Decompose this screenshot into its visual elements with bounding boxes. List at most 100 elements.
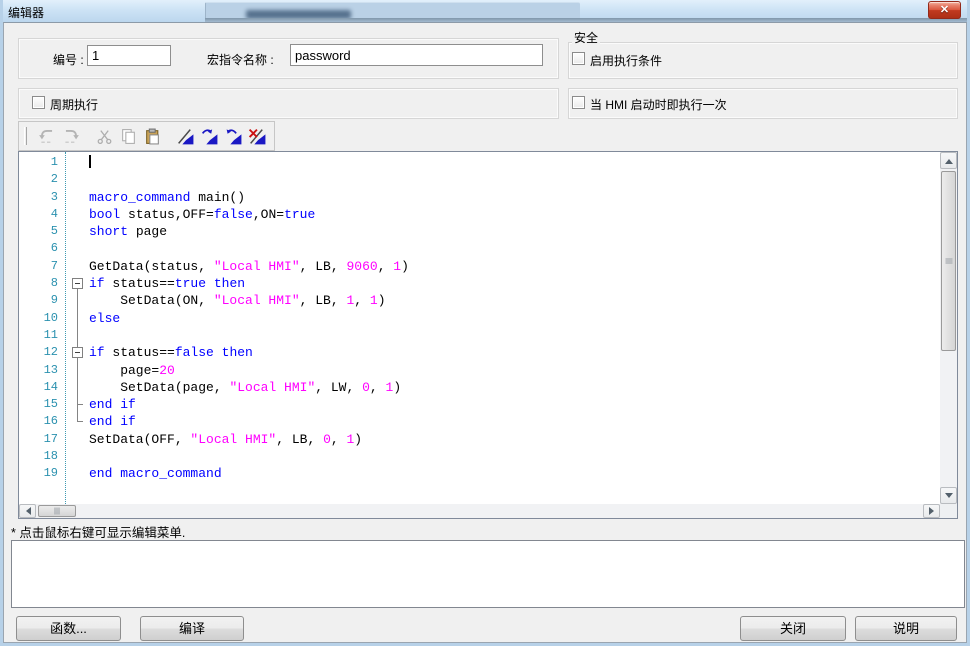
fold-toggle-icon[interactable] xyxy=(67,275,89,292)
code-line[interactable]: end if xyxy=(89,396,136,413)
startup-label: 当 HMI 启动时即执行一次 xyxy=(590,96,727,113)
scroll-up-button[interactable] xyxy=(940,152,957,169)
macro-editor-window: 编辑器 ✕ 编号 : 宏指令名称 : 安全 启用执行条件 周期执行 当 HMI … xyxy=(0,0,970,646)
line-number: 13 xyxy=(19,362,67,379)
scroll-right-button[interactable] xyxy=(923,504,940,518)
fold-margin xyxy=(67,448,89,465)
security-group-legend: 安全 xyxy=(572,29,600,46)
right-click-hint: * 点击鼠标右键可显示编辑菜单. xyxy=(11,522,185,541)
fold-margin xyxy=(67,292,89,309)
fold-margin xyxy=(67,396,89,413)
editor-row: 3 macro_command main() xyxy=(19,189,940,206)
undo-icon[interactable] xyxy=(35,124,59,148)
code-line[interactable]: SetData(ON, "Local HMI", LB, 1, 1) xyxy=(89,292,386,309)
fold-margin xyxy=(67,223,89,240)
editor-row: 9 SetData(ON, "Local HMI", LB, 1, 1) xyxy=(19,292,940,309)
editor-row: 7GetData(status, "Local HMI", LB, 9060, … xyxy=(19,258,940,275)
line-number: 3 xyxy=(19,189,67,206)
startup-checkbox[interactable] xyxy=(572,96,585,109)
functions-button[interactable]: 函数... xyxy=(16,616,121,641)
help-button[interactable]: 说明 xyxy=(855,616,957,641)
vertical-scrollbar[interactable] xyxy=(940,152,957,504)
compile-output-box[interactable] xyxy=(11,540,965,608)
periodic-checkbox[interactable] xyxy=(32,96,45,109)
scrollbar-corner xyxy=(940,504,957,518)
code-editor[interactable]: 123 macro_command main() 4 bool status,OFF=… xyxy=(18,151,958,519)
title-bar[interactable]: 编辑器 ✕ xyxy=(0,0,970,22)
code-line[interactable]: SetData(OFF, "Local HMI", LB, 0, 1) xyxy=(89,431,362,448)
line-number: 16 xyxy=(19,413,67,430)
close-button[interactable]: 关闭 xyxy=(740,616,846,641)
line-number: 5 xyxy=(19,223,67,240)
fold-margin xyxy=(67,154,89,171)
code-line[interactable]: end if xyxy=(89,413,136,430)
code-line[interactable]: if status==true then xyxy=(89,275,245,292)
line-number: 15 xyxy=(19,396,67,413)
code-line[interactable] xyxy=(89,154,91,171)
text-caret xyxy=(89,155,91,168)
line-number: 19 xyxy=(19,465,67,482)
editor-row: 11 xyxy=(19,327,940,344)
line-number: 2 xyxy=(19,171,67,188)
line-number: 14 xyxy=(19,379,67,396)
macro-name-input[interactable] xyxy=(290,44,543,66)
editor-row: 12if status==false then xyxy=(19,344,940,361)
fold-margin xyxy=(67,189,89,206)
horizontal-scroll-thumb[interactable] xyxy=(38,505,76,517)
code-line[interactable]: macro_command main() xyxy=(89,189,245,206)
line-number: 9 xyxy=(19,292,67,309)
toggle-bookmark-icon[interactable] xyxy=(173,124,197,148)
macro-name-label: 宏指令名称 : xyxy=(207,51,274,68)
fold-margin xyxy=(67,327,89,344)
editor-row: 6 xyxy=(19,240,940,257)
fold-margin xyxy=(67,258,89,275)
fold-margin xyxy=(67,171,89,188)
scroll-down-button[interactable] xyxy=(940,487,957,504)
toolbar-grip[interactable] xyxy=(24,127,27,145)
periodic-label: 周期执行 xyxy=(50,96,98,113)
code-line[interactable]: bool status,OFF=false,ON=true xyxy=(89,206,315,223)
macro-id-input[interactable] xyxy=(87,45,171,66)
line-number: 17 xyxy=(19,431,67,448)
code-line[interactable]: page=20 xyxy=(89,362,175,379)
line-number: 6 xyxy=(19,240,67,257)
editor-row: 13 page=20 xyxy=(19,362,940,379)
clear-bookmarks-icon[interactable] xyxy=(245,124,269,148)
fold-toggle-icon[interactable] xyxy=(67,344,89,361)
code-line[interactable]: GetData(status, "Local HMI", LB, 9060, 1… xyxy=(89,258,409,275)
line-number: 10 xyxy=(19,310,67,327)
fold-margin xyxy=(67,310,89,327)
code-line[interactable]: short page xyxy=(89,223,167,240)
periodic-group xyxy=(18,88,559,119)
next-bookmark-icon[interactable] xyxy=(197,124,221,148)
macro-id-label: 编号 : xyxy=(53,51,84,68)
editor-row: 17 SetData(OFF, "Local HMI", LB, 0, 1) xyxy=(19,431,940,448)
editor-row: 1 xyxy=(19,154,940,171)
compile-button[interactable]: 编译 xyxy=(140,616,244,641)
line-number: 11 xyxy=(19,327,67,344)
horizontal-scrollbar[interactable] xyxy=(19,504,940,518)
cut-icon[interactable] xyxy=(92,124,116,148)
code-line[interactable]: end macro_command xyxy=(89,465,222,482)
copy-icon[interactable] xyxy=(116,124,140,148)
code-line[interactable]: if status==false then xyxy=(89,344,253,361)
editor-row: 4 bool status,OFF=false,ON=true xyxy=(19,206,940,223)
line-number: 4 xyxy=(19,206,67,223)
fold-margin xyxy=(67,379,89,396)
code-line[interactable]: else xyxy=(89,310,120,327)
paste-icon[interactable] xyxy=(140,124,164,148)
editor-row: 16 end if xyxy=(19,413,940,430)
fold-margin xyxy=(67,362,89,379)
enable-condition-checkbox[interactable] xyxy=(572,52,585,65)
previous-bookmark-icon[interactable] xyxy=(221,124,245,148)
redo-icon[interactable] xyxy=(59,124,83,148)
close-icon[interactable]: ✕ xyxy=(928,1,961,19)
code-line[interactable]: SetData(page, "Local HMI", LW, 0, 1) xyxy=(89,379,401,396)
line-number: 8 xyxy=(19,275,67,292)
fold-margin xyxy=(67,465,89,482)
fold-margin xyxy=(67,240,89,257)
line-number: 1 xyxy=(19,154,67,171)
vertical-scroll-thumb[interactable] xyxy=(941,171,956,351)
editor-row: 19 end macro_command xyxy=(19,465,940,482)
scroll-left-button[interactable] xyxy=(19,504,36,518)
